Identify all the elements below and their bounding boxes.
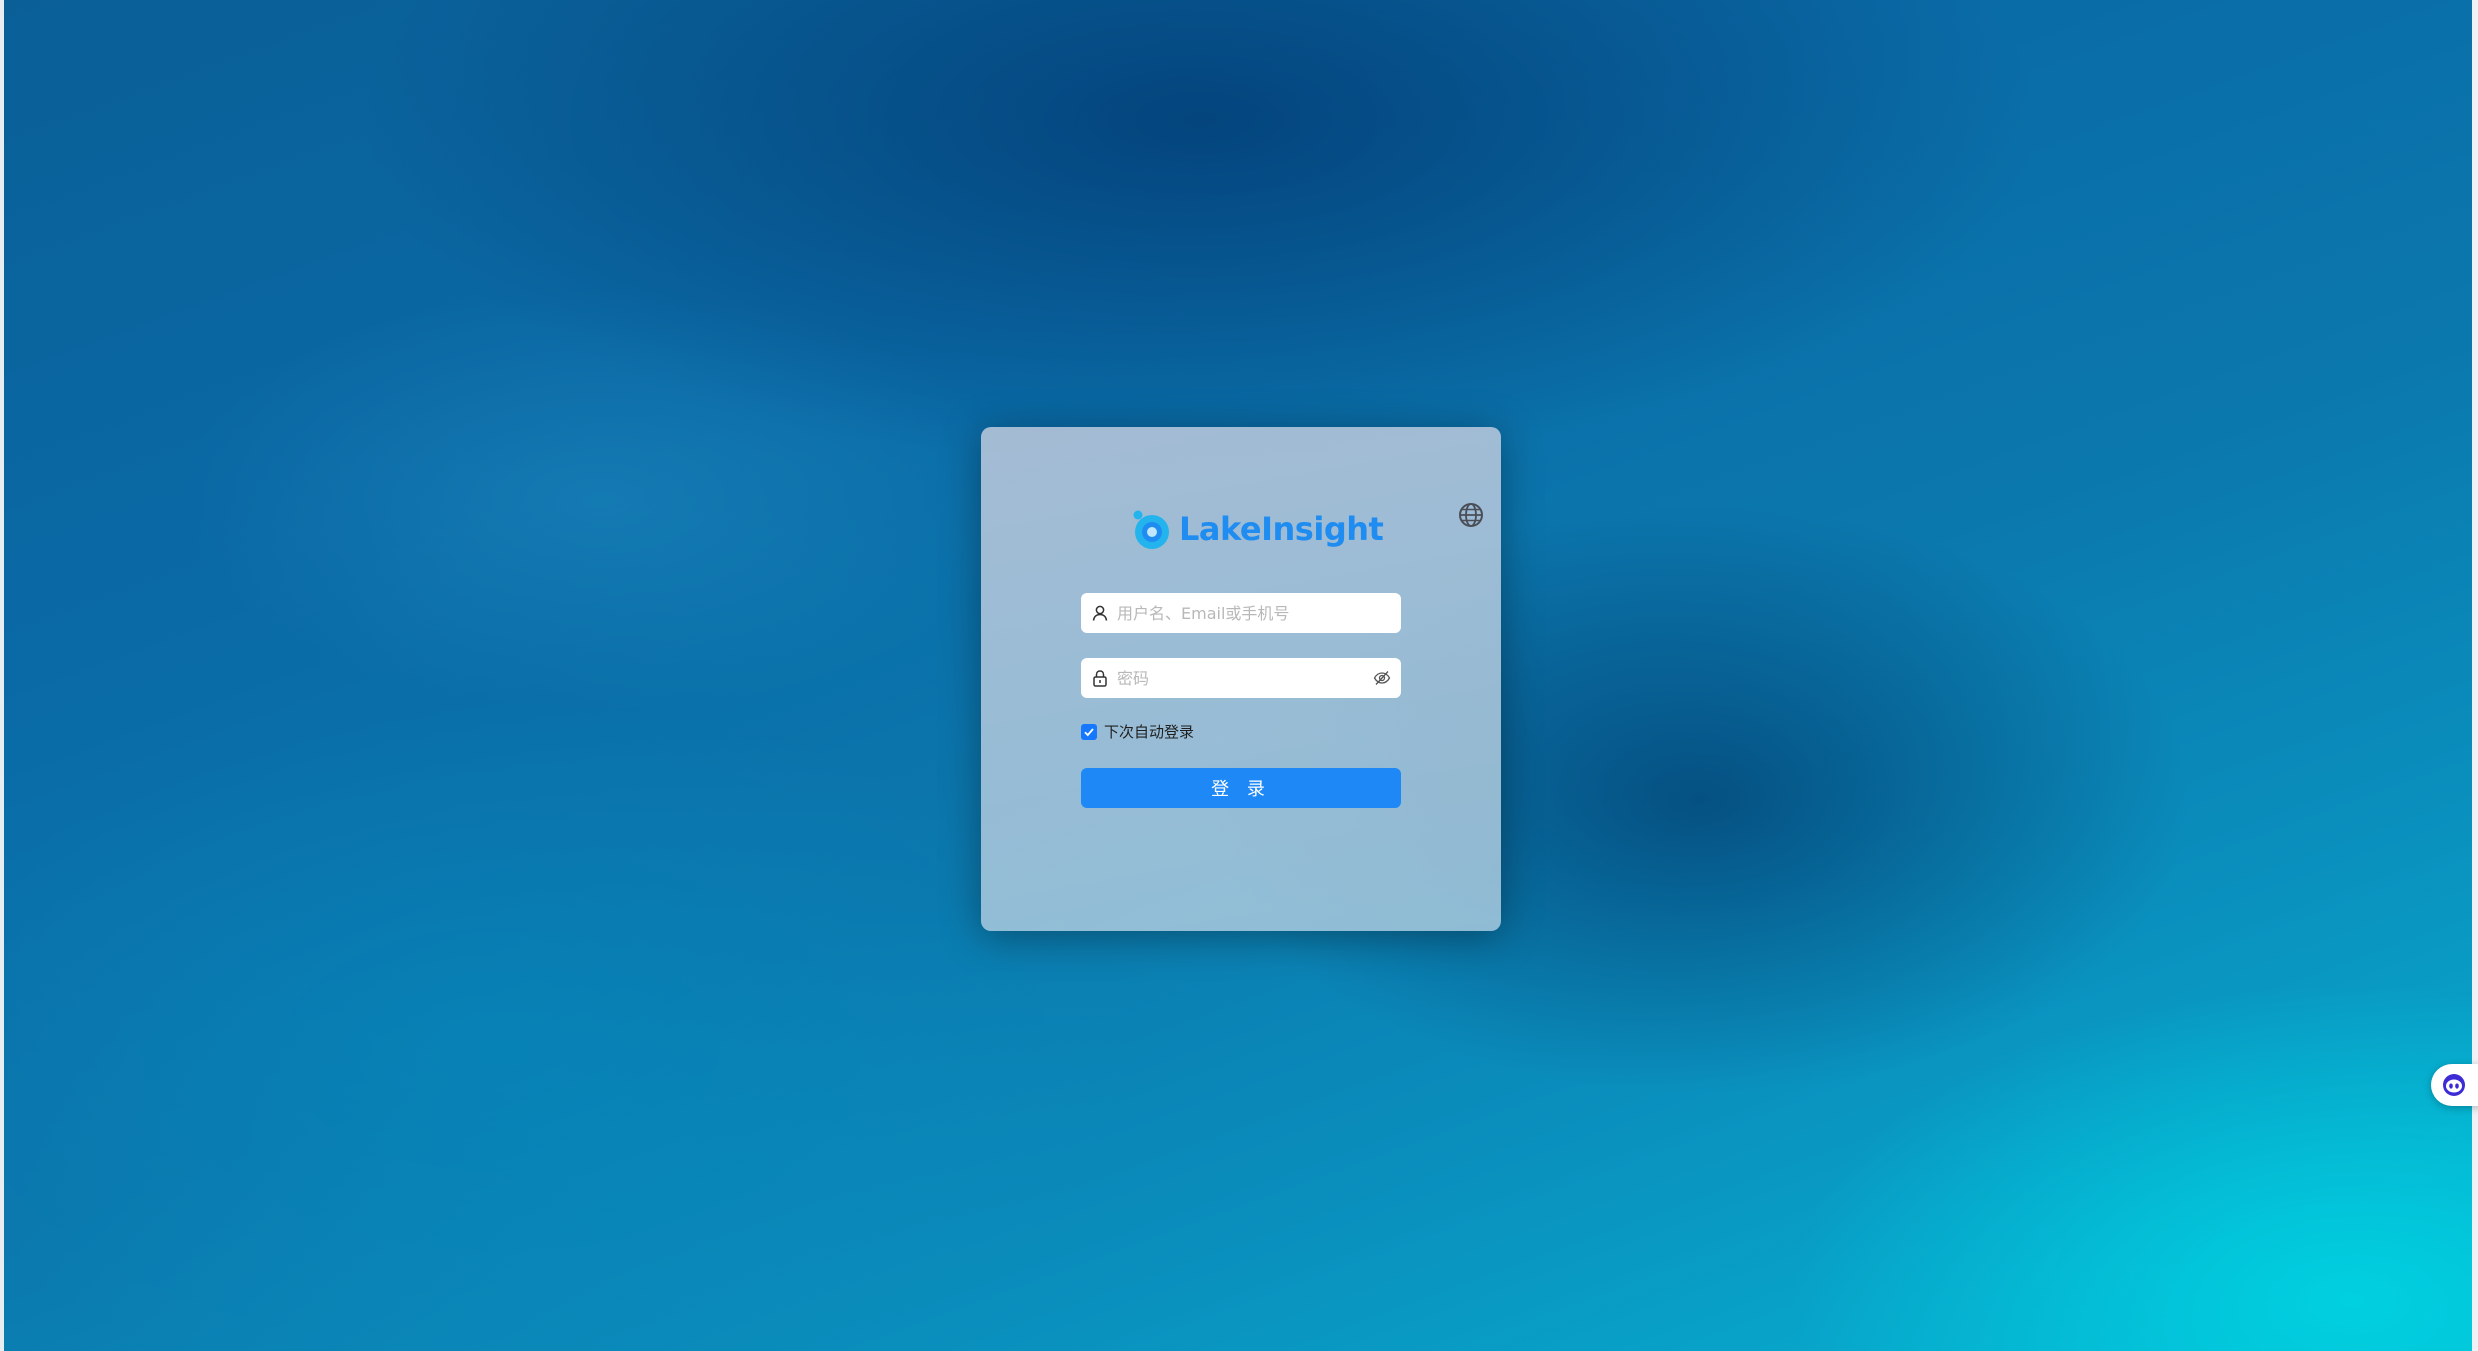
login-button[interactable]: 登 录	[1081, 768, 1401, 808]
assistant-float-button[interactable]	[2431, 1064, 2478, 1106]
check-icon	[1084, 727, 1094, 736]
password-input[interactable]	[1115, 667, 1369, 689]
left-window-edge	[0, 0, 4, 1351]
password-field[interactable]	[1081, 658, 1401, 698]
username-input[interactable]	[1115, 602, 1391, 624]
remember-label: 下次自动登录	[1104, 723, 1195, 741]
app-logo: LakeInsight	[1129, 505, 1384, 553]
robot-icon	[2443, 1074, 2465, 1096]
user-icon	[1092, 605, 1108, 621]
lock-icon	[1093, 670, 1107, 687]
lakeinsight-logo-icon	[1133, 510, 1169, 549]
eye-slash-icon[interactable]	[1373, 669, 1391, 687]
right-window-edge	[2472, 0, 2478, 1351]
username-field[interactable]	[1081, 593, 1401, 633]
remember-checkbox[interactable]	[1081, 723, 1097, 740]
remember-me[interactable]: 下次自动登录	[1081, 721, 1194, 742]
logo-text: LakeInsight	[1179, 510, 1384, 548]
globe-icon	[1459, 503, 1483, 527]
language-switch[interactable]	[1457, 501, 1485, 529]
login-card: LakeInsight 下次自动登录 登 录	[981, 427, 1501, 931]
